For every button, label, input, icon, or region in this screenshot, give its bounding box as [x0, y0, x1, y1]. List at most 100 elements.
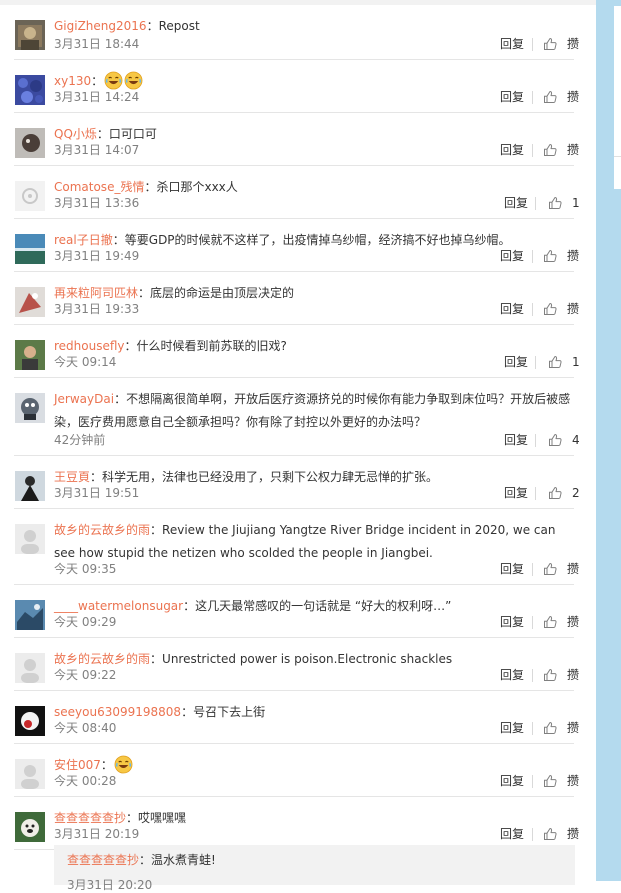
comment-colon: ： — [124, 339, 137, 353]
comment-colon: ： — [91, 74, 104, 88]
avatar[interactable] — [15, 393, 45, 423]
reply-button[interactable]: 回复 — [500, 667, 524, 683]
comment-actions: 回复 攒 — [450, 142, 579, 158]
action-divider — [532, 38, 533, 51]
comment-content: 口可口可 — [108, 127, 157, 141]
avatar[interactable] — [15, 75, 45, 105]
like-count: 2 — [572, 486, 580, 500]
avatar[interactable] — [15, 181, 45, 211]
comment-username[interactable]: Comatose_残情 — [54, 180, 144, 194]
comment-item: Comatose_残情：杀口那个xxx人 3月31日 13:36 回复 1 — [0, 166, 596, 219]
reply-button[interactable]: 回复 — [504, 432, 528, 448]
right-sidebar-card — [614, 6, 621, 189]
like-count: 1 — [572, 196, 580, 210]
action-divider — [532, 303, 533, 316]
avatar[interactable] — [15, 759, 45, 789]
comment-time: 今天 09:22 — [54, 668, 117, 682]
avatar[interactable] — [15, 706, 45, 736]
comment-time: 3月31日 19:51 — [54, 486, 140, 500]
reply-button[interactable]: 回复 — [500, 248, 524, 264]
comment-actions: 回复 攒 — [450, 561, 579, 577]
action-divider — [535, 487, 536, 500]
comment-username[interactable]: JerwayDai — [54, 392, 114, 406]
action-divider — [532, 775, 533, 788]
laughing-emoji-icon — [104, 71, 123, 90]
comment-username[interactable]: seeyou63099198808 — [54, 705, 181, 719]
comment-colon: ： — [138, 286, 151, 300]
comment-username[interactable]: 再来粒阿司匹林 — [54, 286, 138, 300]
comment-actions: 回复 2 — [450, 485, 580, 501]
comment-time: 3月31日 14:07 — [54, 143, 140, 157]
comment-content: Unrestricted power is poison.Electronic … — [162, 652, 453, 666]
comment-actions: 回复 攒 — [450, 89, 579, 105]
comment-item: 王豆頁：科学无用，法律也已经没用了，只剩下公权力肆无忌惮的扩张。 3月31日 19… — [0, 456, 596, 509]
avatar[interactable] — [15, 287, 45, 317]
comment-actions: 回复 1 — [450, 195, 580, 211]
comment-username[interactable]: xy130 — [54, 74, 91, 88]
comment-colon: ： — [183, 599, 196, 613]
comment-username[interactable]: GigiZheng2016 — [54, 19, 147, 33]
comment-time: 今天 00:28 — [54, 774, 117, 788]
comment-item: 再来粒阿司匹林：底层的命运是由顶层决定的 3月31日 19:33 回复 攒 — [0, 272, 596, 325]
reply-button[interactable]: 回复 — [500, 89, 524, 105]
avatar[interactable] — [15, 20, 45, 50]
reply-button[interactable]: 回复 — [500, 614, 524, 630]
comment-item: ____watermelonsugar：这几天最常感叹的一句话就是 “好大的权利… — [0, 585, 596, 638]
comment-item: xy130： 3月31日 14:24 回复 攒 — [0, 60, 596, 113]
avatar[interactable] — [15, 812, 45, 842]
comment-username[interactable]: ____watermelonsugar — [54, 599, 183, 613]
reply-button[interactable]: 回复 — [500, 142, 524, 158]
comment-actions: 回复 攒 — [450, 720, 579, 736]
sub-reply-time: 3月31日 20:20 — [67, 878, 153, 892]
comment-actions: 回复 攒 — [450, 826, 579, 842]
comment-username[interactable]: 查查查查查抄 — [54, 811, 126, 825]
comment-time: 今天 09:29 — [54, 615, 117, 629]
comment-item: 安住007： 今天 00:28 回复 攒 — [0, 744, 596, 797]
avatar[interactable] — [15, 653, 45, 683]
comment-actions: 回复 攒 — [450, 248, 579, 264]
action-divider — [532, 722, 533, 735]
comment-colon: ： — [100, 758, 113, 772]
avatar[interactable] — [15, 600, 45, 630]
comment-actions: 回复 攒 — [450, 301, 579, 317]
comment-username[interactable]: real子日撤 — [54, 233, 113, 247]
reply-button[interactable]: 回复 — [504, 195, 528, 211]
comment-time: 今天 09:14 — [54, 355, 117, 369]
comment-content: 什么时候看到前苏联的旧戏? — [136, 339, 287, 353]
comment-username[interactable]: 故乡的云故乡的雨 — [54, 652, 150, 666]
like-count: 4 — [572, 433, 580, 447]
reply-button[interactable]: 回复 — [504, 354, 528, 370]
comment-username[interactable]: 安住007 — [54, 758, 101, 772]
sub-reply-username[interactable]: 查查查查查抄 — [67, 853, 139, 867]
avatar[interactable] — [15, 128, 45, 158]
like-count: 攒 — [567, 774, 580, 788]
comment-username[interactable]: 故乡的云故乡的雨 — [54, 523, 150, 537]
comment-colon: ： — [150, 523, 163, 537]
like-count: 攒 — [567, 827, 580, 841]
comment-username[interactable]: 王豆頁 — [54, 470, 90, 484]
avatar[interactable] — [15, 524, 45, 554]
reply-button[interactable]: 回复 — [500, 36, 524, 52]
comment-colon: ： — [146, 19, 159, 33]
comment-colon: ： — [90, 470, 103, 484]
comment-username[interactable]: redhousefly — [54, 339, 125, 353]
comment-colon: ： — [96, 127, 109, 141]
comment-username[interactable]: QQ小烁 — [54, 127, 97, 141]
reply-button[interactable]: 回复 — [500, 773, 524, 789]
avatar[interactable] — [15, 340, 45, 370]
like-count: 攒 — [567, 249, 580, 263]
reply-button[interactable]: 回复 — [500, 720, 524, 736]
reply-button[interactable]: 回复 — [504, 485, 528, 501]
comment-time: 今天 08:40 — [54, 721, 117, 735]
comment-time: 3月31日 14:24 — [54, 90, 140, 104]
avatar[interactable] — [15, 471, 45, 501]
comment-time: 3月31日 18:44 — [54, 37, 140, 51]
reply-button[interactable]: 回复 — [500, 826, 524, 842]
reply-button[interactable]: 回复 — [500, 561, 524, 577]
comment-content: 等要GDP的时候就不这样了，出疫情掉乌纱帽，经济搞不好也掉乌纱帽。 — [124, 233, 511, 247]
reply-button[interactable]: 回复 — [500, 301, 524, 317]
comment-text: JerwayDai：不想隔离很简单啊，开放后医疗资源挤兑的时候你有能力争取到床位… — [54, 388, 574, 434]
comment-item: redhousefly：什么时候看到前苏联的旧戏? 今天 09:14 回复 1 — [0, 325, 596, 378]
like-count: 攒 — [567, 668, 580, 682]
avatar[interactable] — [15, 234, 45, 264]
